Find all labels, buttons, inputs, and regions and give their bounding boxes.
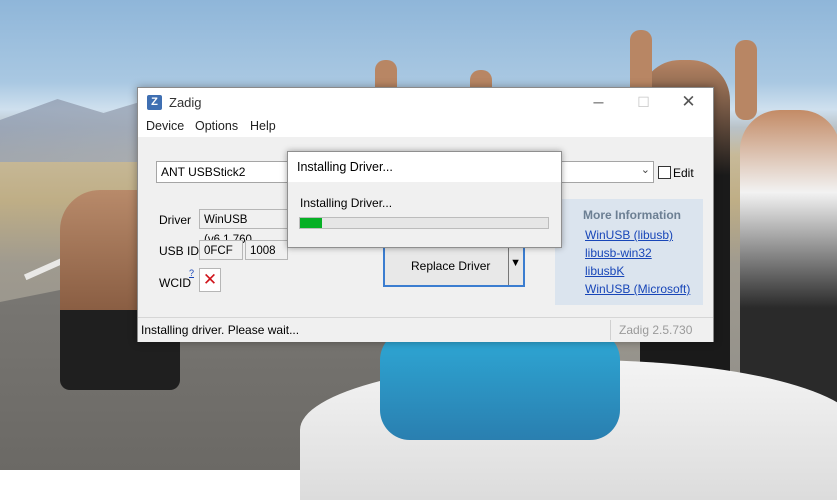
menu-help[interactable]: Help — [250, 119, 276, 133]
status-text: Installing driver. Please wait... — [141, 323, 300, 337]
split-divider — [508, 245, 509, 285]
edit-label: Edit — [673, 166, 694, 180]
person-center — [380, 330, 620, 440]
usb-id-vendor-field: 0FCF — [199, 240, 243, 260]
status-bar: Installing driver. Please wait... Zadig … — [138, 317, 713, 342]
chevron-down-icon[interactable]: ⌄ — [641, 163, 650, 176]
menu-bar: Device Options Help — [138, 117, 713, 137]
raised-arm — [735, 40, 757, 120]
link-winusb-microsoft[interactable]: WinUSB (Microsoft) — [585, 282, 690, 296]
installing-driver-dialog: Installing Driver... Installing Driver..… — [287, 151, 562, 248]
device-select-value: ANT USBStick2 — [161, 165, 246, 179]
link-libusb-win32[interactable]: libusb-win32 — [585, 246, 652, 260]
edit-checkbox[interactable] — [658, 166, 671, 179]
replace-driver-label: Replace Driver — [411, 259, 491, 273]
progress-fill — [300, 218, 323, 228]
zadig-app-icon: Z — [147, 95, 162, 110]
wcid-help-link[interactable]: ? — [189, 268, 194, 278]
driver-label: Driver — [159, 213, 191, 227]
dialog-title-bar[interactable]: Installing Driver... — [288, 152, 561, 182]
wcid-status-icon: ✕ — [199, 268, 221, 292]
link-winusb-libusb[interactable]: WinUSB (libusb) — [585, 228, 673, 242]
replace-driver-button[interactable]: Replace Driver ▼ — [383, 243, 525, 287]
close-button[interactable]: ✕ — [666, 88, 711, 117]
usb-id-label: USB ID — [159, 244, 200, 258]
wcid-label: WCID — [159, 276, 191, 290]
usb-id-product-field: 1008 — [245, 240, 288, 260]
status-divider — [610, 320, 611, 340]
driver-current-field: WinUSB (v6.1.760 — [199, 209, 299, 246]
menu-options[interactable]: Options — [195, 119, 238, 133]
title-bar[interactable]: Z Zadig ─ ☐ ✕ — [138, 88, 713, 117]
maximize-button[interactable]: ☐ — [621, 88, 666, 117]
menu-device[interactable]: Device — [146, 119, 184, 133]
dialog-title: Installing Driver... — [297, 160, 393, 174]
dropdown-arrow-icon[interactable]: ▼ — [510, 257, 521, 269]
more-info-panel: More Information WinUSB (libusb) libusb-… — [555, 199, 703, 305]
dialog-message: Installing Driver... — [300, 196, 393, 210]
window-title: Zadig — [169, 95, 202, 110]
install-progress-bar — [299, 217, 549, 229]
link-libusbk[interactable]: libusbK — [585, 264, 624, 278]
version-label: Zadig 2.5.730 — [619, 323, 693, 337]
minimize-button[interactable]: ─ — [576, 88, 621, 117]
more-info-title: More Information — [583, 208, 681, 222]
